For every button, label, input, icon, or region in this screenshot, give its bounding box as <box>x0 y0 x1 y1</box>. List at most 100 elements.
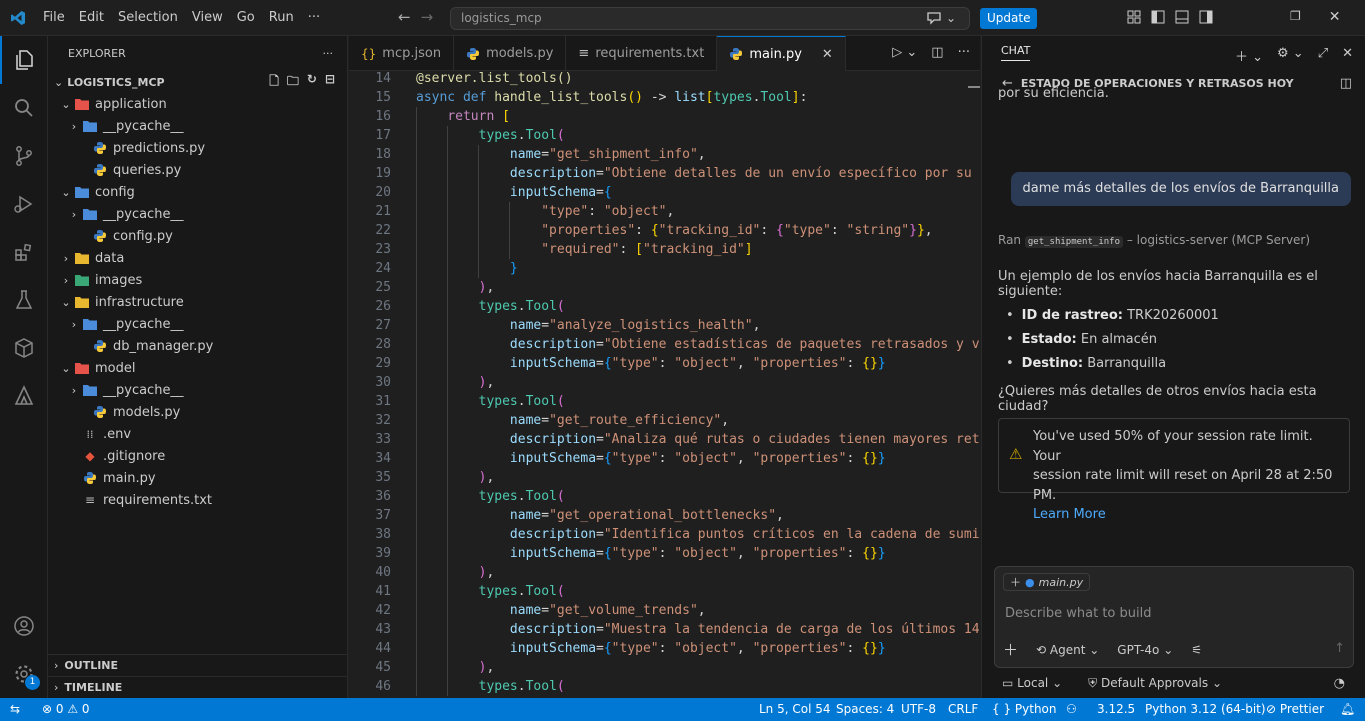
line-number: 33 <box>375 432 391 447</box>
restore-window-icon[interactable]: ❐ <box>1290 9 1301 25</box>
tree-item-label: config <box>95 184 135 200</box>
refresh-icon[interactable]: ↻ <box>307 72 317 93</box>
tree-folder[interactable]: › __pycache__ <box>48 203 213 225</box>
tree-file[interactable]: models.py <box>48 401 213 423</box>
location-picker[interactable]: ▭ Local ⌄ <box>1002 676 1062 691</box>
extensions-icon[interactable] <box>0 228 48 276</box>
code-editor[interactable]: 14 @server.list_tools() 15 async def handle… <box>349 71 980 698</box>
tool-run-line[interactable]: Ran get_shipment_info – logistics-server… <box>998 233 1310 248</box>
attached-file-chip[interactable]: ＋ ● main.py <box>1003 573 1091 591</box>
menu-item[interactable]: Edit <box>72 0 111 36</box>
add-context-icon[interactable]: ＋ <box>1010 574 1021 590</box>
indentation[interactable]: Spaces: 4 <box>836 698 894 721</box>
run-debug-icon[interactable] <box>0 180 48 228</box>
tree-file[interactable]: ◆ .gitignore <box>48 445 213 467</box>
copilot-icon[interactable]: ⌄ <box>926 9 964 27</box>
problems-indicator[interactable]: ⊗ 0 ⚠ 0 <box>42 698 90 721</box>
account-icon[interactable] <box>0 602 48 650</box>
tree-folder[interactable]: › __pycache__ <box>48 379 213 401</box>
update-button[interactable]: Update <box>980 8 1038 29</box>
menu-item[interactable]: ··· <box>301 0 327 36</box>
approvals-picker[interactable]: ⛨ Default Approvals ⌄ <box>1088 676 1222 691</box>
tree-file[interactable]: predictions.py <box>48 137 213 159</box>
source-control-icon[interactable] <box>0 132 48 180</box>
line-ending[interactable]: CRLF <box>948 698 978 721</box>
close-panel-icon[interactable]: ✕ <box>1342 46 1353 65</box>
chevron-down-icon: ⌄ <box>54 75 64 89</box>
menu-item[interactable]: Run <box>262 0 301 36</box>
tree-file[interactable]: queries.py <box>48 159 213 181</box>
editor-tab[interactable]: ≡ requirements.txt <box>566 36 718 71</box>
notifications-bell-icon[interactable]: 🔔︎ <box>1340 698 1355 721</box>
forward-arrow-icon[interactable]: → <box>421 8 434 26</box>
azure-icon[interactable] <box>0 372 48 420</box>
containers-icon[interactable] <box>0 324 48 372</box>
command-center-search[interactable]: logistics_mcp <box>450 7 970 30</box>
back-arrow-icon[interactable]: ← <box>398 8 411 26</box>
run-file-icon[interactable]: ▷ ⌄ <box>892 45 917 60</box>
prettier-status[interactable]: ⊘ Prettier <box>1266 698 1324 721</box>
editor-tab[interactable]: main.py ✕ <box>717 36 846 71</box>
new-chat-icon[interactable]: ＋ ⌄ <box>1235 46 1263 65</box>
remote-icon[interactable]: ⇆ <box>10 698 20 721</box>
editor-tab[interactable]: models.py <box>454 36 567 71</box>
new-file-icon[interactable]: 🗋 <box>269 72 279 93</box>
chat-settings-icon[interactable]: ⚙ ⌄ <box>1277 46 1304 65</box>
add-attachment-icon[interactable]: ＋ <box>1003 639 1018 660</box>
python-interpreter[interactable]: Python 3.12 (64-bit) <box>1145 698 1266 721</box>
tools-config-icon[interactable]: ⚟ <box>1191 643 1202 657</box>
collapse-all-icon[interactable]: ⊟ <box>325 72 335 93</box>
chat-input-placeholder[interactable]: Describe what to build <box>1005 606 1152 621</box>
close-tab-icon[interactable]: ✕ <box>822 47 833 62</box>
tree-item-label: images <box>95 272 143 288</box>
learn-more-link[interactable]: Learn More <box>1033 505 1337 525</box>
tree-folder[interactable]: ⌄ infrastructure <box>48 291 213 313</box>
timeline-section[interactable]: › TIMELINE <box>48 676 348 698</box>
menu-item[interactable]: Go <box>230 0 262 36</box>
menu-item[interactable]: File <box>36 0 72 36</box>
chat-input-box[interactable]: ＋ ● main.py Describe what to build ＋ ⟲ A… <box>994 566 1354 668</box>
toggle-secondary-sidebar-icon[interactable] <box>1198 9 1214 25</box>
encoding[interactable]: UTF-8 <box>901 698 936 721</box>
search-icon[interactable] <box>0 84 48 132</box>
send-arrow-icon[interactable]: ↑ <box>1334 641 1345 656</box>
tree-folder[interactable]: › __pycache__ <box>48 313 213 335</box>
model-picker[interactable]: GPT-4o ⌄ <box>1117 643 1173 657</box>
testing-flask-icon[interactable] <box>0 276 48 324</box>
close-window-icon[interactable]: ✕ <box>1329 9 1341 25</box>
new-folder-icon[interactable]: 🗀 <box>287 72 299 93</box>
editor-tab[interactable]: {} mcp.json <box>349 36 455 71</box>
tree-file[interactable]: ⁞⁞ .env <box>48 423 213 445</box>
toggle-panel-icon[interactable] <box>1174 9 1190 25</box>
outline-section[interactable]: › OUTLINE <box>48 654 348 676</box>
cursor-position[interactable]: Ln 5, Col 54 <box>759 698 831 721</box>
tree-folder[interactable]: ⌄ application <box>48 93 213 115</box>
toggle-primary-sidebar-icon[interactable] <box>1150 9 1166 25</box>
tree-file[interactable]: ≡ requirements.txt <box>48 489 213 511</box>
tree-file[interactable]: db_manager.py <box>48 335 213 357</box>
python-env-icon[interactable]: ⚇ <box>1066 698 1077 721</box>
tree-folder[interactable]: › __pycache__ <box>48 115 213 137</box>
maximize-icon[interactable]: ⤢ <box>1318 46 1328 65</box>
editor-more-icon[interactable]: ··· <box>958 45 970 60</box>
language-mode[interactable]: { } Python <box>992 698 1057 721</box>
customize-layout-icon[interactable] <box>1126 9 1142 25</box>
code-line: 41 types.Tool( <box>349 582 980 601</box>
settings-gear-icon[interactable]: 1 <box>0 650 48 698</box>
tree-folder[interactable]: ⌄ model <box>48 357 213 379</box>
tree-file[interactable]: main.py <box>48 467 213 489</box>
explorer-icon[interactable] <box>0 36 48 84</box>
python-version[interactable]: 3.12.5 <box>1097 698 1135 721</box>
tree-folder[interactable]: › data <box>48 247 213 269</box>
more-actions-icon[interactable]: ··· <box>323 47 334 60</box>
menu-item[interactable]: Selection <box>111 0 185 36</box>
toggle-sessions-icon[interactable]: ◫ <box>1340 76 1352 91</box>
project-root[interactable]: ⌄ LOGISTICS_MCP 🗋 🗀 ↻ ⊟ <box>48 71 347 93</box>
tree-file[interactable]: config.py <box>48 225 213 247</box>
split-editor-icon[interactable]: ◫ <box>931 45 943 60</box>
mode-picker[interactable]: ⟲ Agent ⌄ <box>1036 643 1099 657</box>
menu-item[interactable]: View <box>185 0 230 36</box>
tree-folder[interactable]: › images <box>48 269 213 291</box>
code-line: 24 } <box>349 259 980 278</box>
tree-folder[interactable]: ⌄ config <box>48 181 213 203</box>
